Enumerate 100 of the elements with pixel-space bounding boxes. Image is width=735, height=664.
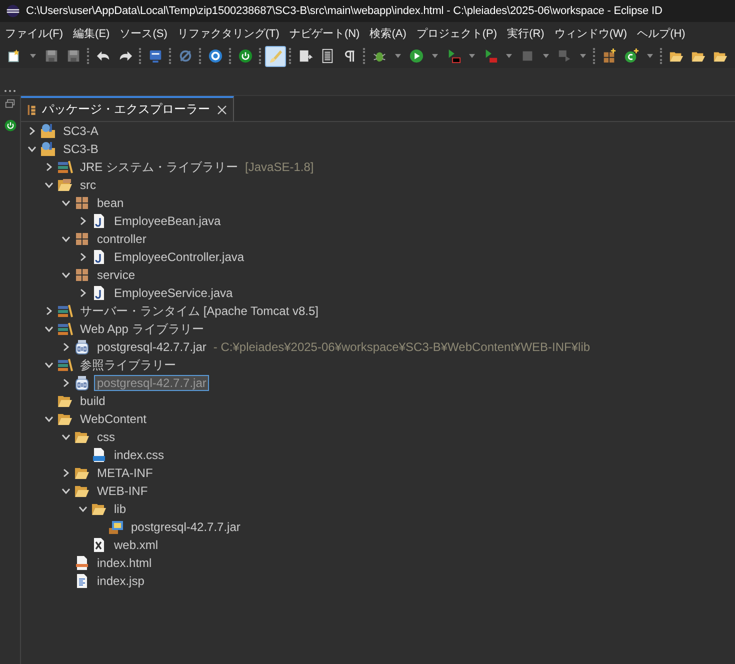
menu-item[interactable]: 編集(E) — [68, 26, 115, 40]
power-icon[interactable] — [4, 119, 16, 132]
tree-item[interactable]: EmployeeService.java — [111, 285, 236, 301]
folder-icon — [74, 483, 90, 499]
tree-item-decoration: [JavaSE-1.8] — [245, 160, 314, 174]
drag-handle-icon[interactable] — [4, 89, 16, 93]
menu-item[interactable]: 実行(R) — [502, 26, 550, 40]
chevron-down-icon[interactable] — [44, 324, 54, 334]
jsp-file-icon — [74, 573, 90, 589]
dropdown-caret-icon[interactable] — [431, 52, 439, 60]
tree-item[interactable]: build — [77, 393, 108, 409]
java-file-icon — [91, 213, 107, 229]
package-explorer-icon — [27, 104, 37, 116]
chevron-right-icon[interactable] — [44, 306, 54, 316]
chevron-right-icon[interactable] — [44, 162, 54, 172]
menu-item[interactable]: ウィンドウ(W) — [549, 26, 632, 40]
brush-button[interactable] — [265, 46, 286, 66]
folder-icon — [57, 393, 73, 409]
package-explorer-tab[interactable]: パッケージ・エクスプローラー — [21, 96, 234, 121]
play-icon — [446, 48, 461, 64]
tree-item[interactable]: SC3-B — [60, 141, 102, 157]
new-class-icon — [624, 48, 639, 64]
step-arrow-icon — [557, 48, 572, 64]
tree-item[interactable]: EmployeeBean.java — [111, 213, 224, 229]
dropdown-caret-icon[interactable] — [505, 52, 513, 60]
menu-item[interactable]: ナビゲート(N) — [284, 26, 365, 40]
chevron-right-icon[interactable] — [78, 288, 88, 298]
chevron-right-icon[interactable] — [78, 216, 88, 226]
list-icon — [320, 48, 335, 64]
chevron-down-icon[interactable] — [61, 270, 71, 280]
tree-item[interactable]: postgresql-42.7.7.jar — [128, 519, 244, 535]
tree-item-decoration: - C:¥pleiades¥2025-06¥workspace¥SC3-B¥WebContent¥WEB-INF¥lib — [213, 340, 590, 354]
chevron-right-icon[interactable] — [78, 252, 88, 262]
power-icon — [238, 48, 253, 64]
chevron-down-icon[interactable] — [44, 360, 54, 370]
tree-item[interactable]: index.jsp — [94, 573, 148, 589]
chevron-right-icon[interactable] — [61, 342, 71, 352]
css-file-icon — [91, 447, 107, 463]
tree-item[interactable]: index.html — [94, 555, 155, 571]
chevron-down-icon[interactable] — [61, 234, 71, 244]
chevron-right-icon[interactable] — [27, 126, 37, 136]
chevron-right-icon[interactable] — [61, 468, 71, 478]
folder-icon — [74, 429, 90, 445]
slashed-circle-icon — [178, 48, 193, 64]
tree-item[interactable]: Web App ライブラリー — [77, 321, 207, 337]
chevron-down-icon[interactable] — [27, 144, 37, 154]
java-file-icon — [91, 285, 107, 301]
tree-item[interactable]: controller — [94, 231, 150, 247]
tree-item[interactable]: WebContent — [77, 411, 150, 427]
html-file-icon — [74, 555, 90, 571]
chevron-right-icon[interactable] — [61, 378, 71, 388]
chevron-down-icon[interactable] — [61, 486, 71, 496]
tree-item[interactable]: SC3-A — [60, 123, 102, 139]
dropdown-caret-icon[interactable] — [468, 52, 476, 60]
new-package-icon — [602, 48, 617, 64]
chevron-down-icon[interactable] — [61, 432, 71, 442]
monitor-icon — [148, 48, 163, 64]
menu-item[interactable]: ソース(S) — [114, 26, 172, 40]
archive-file-icon — [108, 519, 124, 535]
tree-item[interactable]: EmployeeController.java — [111, 249, 248, 265]
dropdown-caret-icon[interactable] — [394, 52, 402, 60]
books-icon — [57, 321, 73, 337]
tree-item[interactable]: web.xml — [111, 537, 162, 553]
document-arrow-icon — [298, 48, 313, 64]
menu-item[interactable]: 検索(A) — [364, 26, 412, 40]
tree-item[interactable]: JRE システム・ライブラリー — [77, 159, 242, 175]
menu-item[interactable]: プロジェクト(P) — [411, 26, 502, 40]
tree-item[interactable]: サーバー・ランタイム [Apache Tomcat v8.5] — [77, 303, 322, 319]
menu-item[interactable]: ファイル(F) — [0, 26, 68, 40]
tree-item[interactable]: bean — [94, 195, 127, 211]
jar-icon — [74, 375, 90, 391]
books-icon — [57, 303, 73, 319]
window-title: C:\Users\user\AppData\Local\Temp\zip1500238687\SC3-B\src\main\webapp\index.html - C:\pleiades\2025-06\workspace - Eclipse ID — [26, 5, 662, 17]
xml-file-icon — [91, 537, 107, 553]
tree-item[interactable]: service — [94, 267, 138, 283]
tree-item[interactable]: lib — [111, 501, 130, 517]
menu-item[interactable]: ヘルプ(H) — [632, 26, 690, 40]
chevron-down-icon[interactable] — [61, 198, 71, 208]
tree-item[interactable]: css — [94, 429, 118, 445]
tree-item[interactable]: WEB-INF — [94, 483, 151, 499]
chevron-down-icon[interactable] — [44, 414, 54, 424]
source-folder-icon — [57, 177, 73, 193]
close-icon[interactable] — [217, 104, 227, 114]
package-icon — [74, 231, 90, 247]
chevron-down-icon[interactable] — [78, 504, 88, 514]
brush-icon — [268, 48, 283, 64]
books-icon — [57, 357, 73, 373]
tree-item[interactable]: 参照ライブラリー — [77, 357, 179, 373]
dropdown-caret-icon[interactable] — [646, 52, 654, 60]
tree-item[interactable]: META-INF — [94, 465, 156, 481]
tree-item[interactable]: index.css — [111, 447, 168, 463]
tree-item[interactable]: src — [77, 177, 99, 193]
folder-icon — [74, 465, 90, 481]
tree-item[interactable]: postgresql-42.7.7.jar — [94, 339, 210, 355]
restore-icon[interactable] — [5, 99, 15, 109]
menu-item[interactable]: リファクタリング(T) — [172, 26, 284, 40]
dropdown-caret-icon[interactable] — [29, 52, 37, 60]
chevron-down-icon[interactable] — [44, 180, 54, 190]
play-icon — [409, 48, 424, 64]
folder-icon — [91, 501, 107, 517]
